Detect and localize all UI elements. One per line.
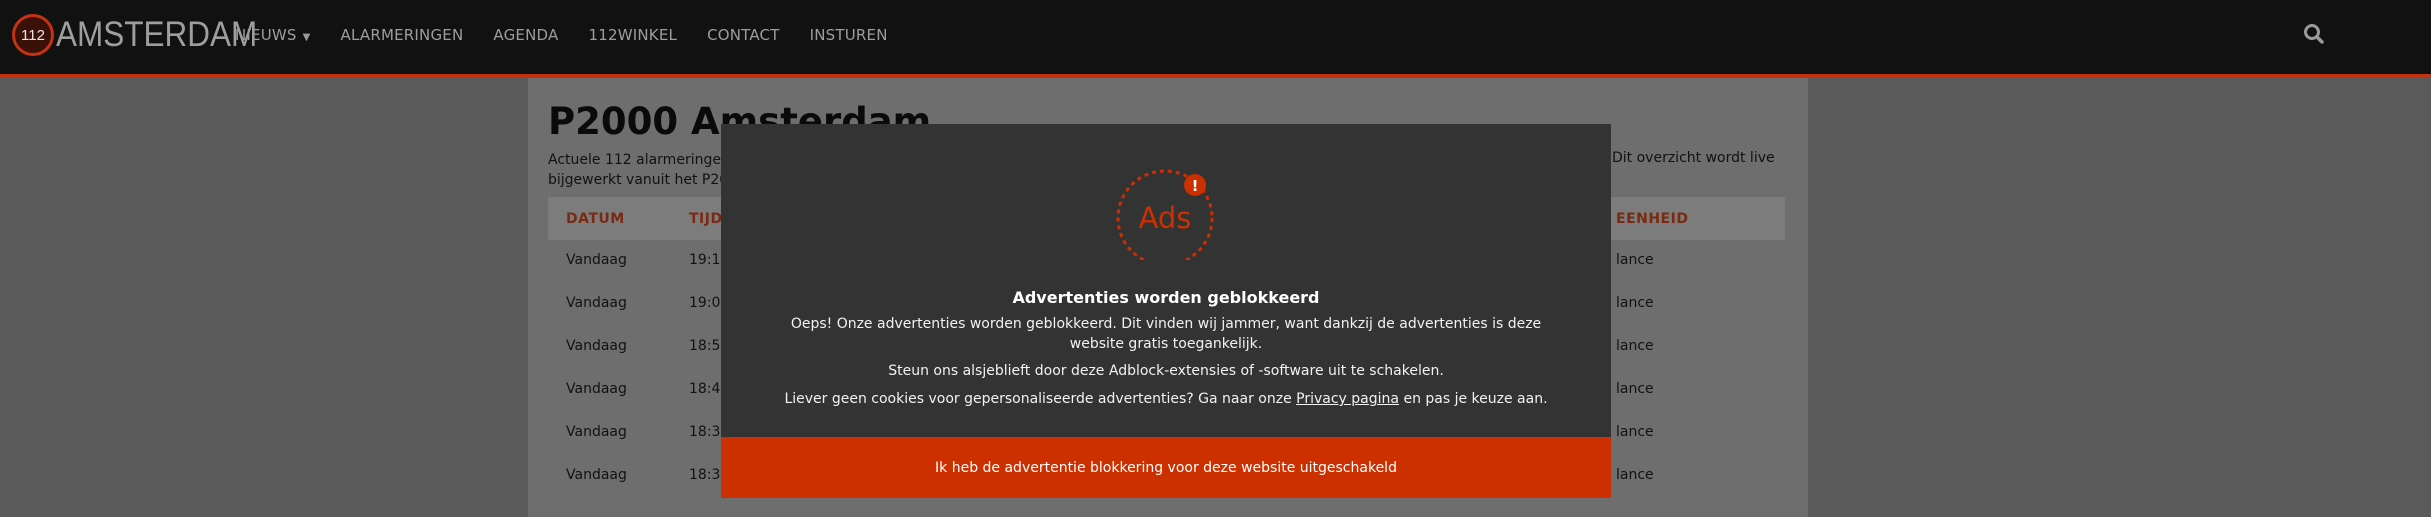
cell-unit: lance [1616, 338, 1654, 354]
modal-heading: Advertenties worden geblokkeerd [1012, 288, 1320, 307]
nav-item-112winkel[interactable]: 112WINKEL [588, 26, 677, 44]
ads-blocked-icon: Ads ! [1116, 168, 1214, 267]
cell-unit: lance [1616, 295, 1654, 311]
ads-circle-icon: Ads ! [1116, 169, 1214, 267]
nav-item-alarmeringen[interactable]: ALARMERINGEN [341, 26, 464, 44]
modal-paragraph-3-after: en pas je keuze aan. [1403, 391, 1548, 407]
column-header-time: TIJD [689, 211, 723, 227]
nav-item-contact[interactable]: CONTACT [707, 26, 780, 44]
alert-icon: ! [1192, 177, 1199, 195]
cell-time: 18:4 [689, 381, 721, 397]
cell-date: Vandaag [566, 467, 627, 483]
cell-unit: lance [1616, 424, 1654, 440]
modal-paragraph-3: Liever geen cookies voor gepersonaliseer… [771, 389, 1561, 409]
cell-time: 19:0 [689, 295, 721, 311]
cell-date: Vandaag [566, 252, 627, 268]
logo-wordmark: AMSTERDAM [56, 15, 258, 54]
intro-right-text: Dit overzicht wordt live [1612, 150, 1775, 166]
cell-time: 19:1 [689, 252, 721, 268]
nav-item-nieuws[interactable]: NIEUWS ▼ [235, 26, 311, 44]
cell-time: 18:3 [689, 467, 721, 483]
search-icon[interactable] [2300, 20, 2328, 48]
top-navbar: 112 AMSTERDAM NIEUWS ▼ ALARMERINGEN AGEND… [0, 0, 2431, 77]
modal-paragraph-2: Steun ons alsjeblieft door deze Adblock-… [888, 363, 1444, 379]
cell-time: 18:3 [689, 424, 721, 440]
cell-unit: lance [1616, 252, 1654, 268]
column-header-date: DATUM [566, 211, 625, 227]
adblock-disabled-button[interactable]: Ik heb de advertentie blokkering voor de… [721, 437, 1611, 498]
chevron-down-icon: ▼ [302, 32, 311, 43]
nav-item-label: NIEUWS [235, 26, 297, 44]
modal-paragraph-3-before: Liever geen cookies voor gepersonaliseer… [784, 391, 1292, 407]
cell-date: Vandaag [566, 338, 627, 354]
cell-unit: lance [1616, 381, 1654, 397]
modal-paragraph-1: Oeps! Onze advertenties worden geblokkee… [790, 316, 1542, 352]
column-header-unit: EENHEID [1616, 211, 1689, 227]
nav-item-insturen[interactable]: INSTUREN [810, 26, 888, 44]
adblock-modal: Ads ! Advertenties worden geblokkeerd Oe… [721, 124, 1611, 498]
logo-badge: 112 [12, 14, 54, 56]
privacy-link[interactable]: Privacy pagina [1296, 391, 1399, 407]
cell-time: 18:5 [689, 338, 721, 354]
cell-date: Vandaag [566, 295, 627, 311]
cell-date: Vandaag [566, 381, 627, 397]
ads-badge-label: Ads [1139, 201, 1192, 235]
cell-date: Vandaag [566, 424, 627, 440]
cell-unit: lance [1616, 467, 1654, 483]
nav-item-agenda[interactable]: AGENDA [493, 26, 558, 44]
main-nav: NIEUWS ▼ ALARMERINGEN AGENDA 112WINKEL CO… [235, 0, 918, 70]
